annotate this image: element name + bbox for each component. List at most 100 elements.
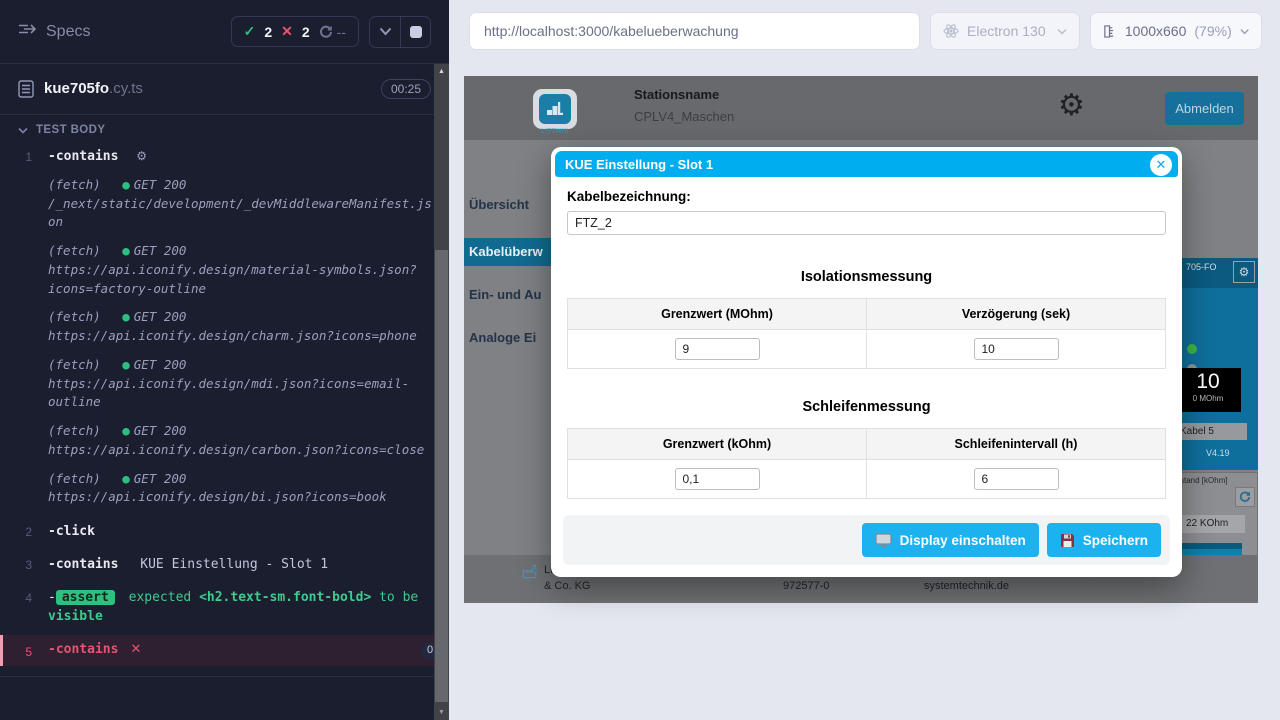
command-row[interactable]: 1 -contains ⚙ (fetch) ●GET 200 /_next/st… xyxy=(0,145,449,520)
status-dot-icon: ● xyxy=(122,309,130,324)
scroll-down-arrow[interactable]: ▼ xyxy=(434,705,449,720)
specs-header[interactable]: Specs xyxy=(18,22,90,41)
reporter-scrollbar[interactable]: ▲ ▼ xyxy=(434,64,449,720)
chevron-down-icon xyxy=(379,27,392,36)
nav-item-ein-und-aus[interactable]: Ein- und Au xyxy=(469,287,549,302)
fetch-prefix: (fetch) xyxy=(48,357,101,372)
slot-gear-icon[interactable]: ⚙ xyxy=(1233,261,1255,283)
chevron-down-icon xyxy=(18,127,28,134)
fetch-url: https://api.iconify.design/bi.json?icons… xyxy=(48,488,439,507)
gear-icon: ⚙ xyxy=(136,149,147,163)
reporter-header: Specs ✓ 2 ✕ 2 -- xyxy=(0,0,449,64)
nav-item-kabelueberwachung[interactable]: Kabelüberw xyxy=(464,238,551,266)
status-dot-icon: ● xyxy=(122,423,130,438)
scroll-up-arrow[interactable]: ▲ xyxy=(434,64,449,79)
viewport-select[interactable]: 1000x660 (79%) xyxy=(1090,12,1262,50)
pending-count: -- xyxy=(337,24,346,40)
factory-icon xyxy=(522,564,537,579)
command-number: 4 xyxy=(0,589,48,627)
isolation-section-title: Isolationsmessung xyxy=(567,269,1166,285)
column-header: Grenzwert (kOhm) xyxy=(568,429,867,460)
scrollbar-thumb[interactable] xyxy=(435,250,448,702)
url-input[interactable] xyxy=(469,12,920,50)
failed-command-row[interactable]: 5 -contains ✕ 0 xyxy=(0,635,449,666)
command-number: 1 xyxy=(0,148,48,517)
chevron-down-icon xyxy=(1057,28,1067,35)
browser-select[interactable]: Electron 130 xyxy=(930,12,1080,50)
status-dot-icon: ● xyxy=(122,243,130,258)
display-on-label: Display einschalten xyxy=(900,533,1026,548)
stop-button[interactable] xyxy=(400,17,430,47)
cable-name-input[interactable] xyxy=(567,211,1166,235)
iso-delay-input[interactable] xyxy=(974,338,1059,360)
specs-title-label: Specs xyxy=(46,23,90,41)
settings-gear-icon[interactable]: ⚙ xyxy=(1058,88,1085,123)
stop-icon xyxy=(410,26,422,38)
column-header: Verzögerung (sek) xyxy=(867,299,1166,330)
fetch-status: GET 200 xyxy=(134,309,187,324)
fetch-log[interactable]: (fetch) ●GET 200 https://api.iconify.des… xyxy=(48,356,439,412)
divider xyxy=(0,676,449,677)
test-body-section[interactable]: TEST BODY xyxy=(0,115,449,145)
device-label: 705-FO xyxy=(1186,262,1217,272)
save-button[interactable]: Speichern xyxy=(1047,523,1161,557)
command-number: 2 xyxy=(0,523,48,542)
ruler-icon xyxy=(1103,24,1117,39)
kue-settings-modal: KUE Einstellung - Slot 1 ✕ Kabelbezeichn… xyxy=(551,147,1182,577)
electron-icon xyxy=(943,23,959,39)
resistance-label: stand [kOhm] xyxy=(1180,476,1228,485)
measurement-value: 10 xyxy=(1175,370,1241,394)
command-name: -contains xyxy=(48,149,118,164)
floppy-disk-icon xyxy=(1060,533,1075,548)
station-name-value: CPLV4_Maschen xyxy=(634,109,734,124)
refresh-button[interactable] xyxy=(1235,487,1255,507)
command-row[interactable]: 2 -click xyxy=(0,520,449,545)
firmware-version: V4.19 xyxy=(1206,448,1230,458)
status-dot-icon: ● xyxy=(122,357,130,372)
fetch-log[interactable]: (fetch) ●GET 200 https://api.iconify.des… xyxy=(48,422,439,460)
nav-item-uebersicht[interactable]: Übersicht xyxy=(469,197,549,212)
fetch-log[interactable]: (fetch) ●GET 200 https://api.iconify.des… xyxy=(48,242,439,298)
spec-duration-badge: 00:25 xyxy=(381,79,431,99)
assert-text: to be xyxy=(379,590,418,605)
modal-title: KUE Einstellung - Slot 1 xyxy=(565,157,713,172)
command-number: 3 xyxy=(0,556,48,575)
fetch-prefix: (fetch) xyxy=(48,243,101,258)
display-on-button[interactable]: Display einschalten xyxy=(862,523,1039,557)
fetch-log[interactable]: (fetch) ●GET 200 https://api.iconify.des… xyxy=(48,308,439,346)
assert-row[interactable]: 4 -assert expected <h2.text-sm.font-bold… xyxy=(0,586,449,630)
loop-interval-input[interactable] xyxy=(974,468,1059,490)
refresh-icon xyxy=(1239,491,1251,503)
collapse-button[interactable] xyxy=(370,17,400,47)
fetch-status: GET 200 xyxy=(134,243,187,258)
cypress-reporter: Specs ✓ 2 ✕ 2 -- xyxy=(0,0,449,720)
viewport-zoom: (79%) xyxy=(1194,23,1231,39)
fetch-prefix: (fetch) xyxy=(48,177,101,192)
brand-label: LITTWIN xyxy=(532,129,578,135)
spec-name: kue705fo xyxy=(44,80,109,97)
loop-section-title: Schleifenmessung xyxy=(567,399,1166,415)
fetch-status: GET 200 xyxy=(134,471,187,486)
resistance-value: 22 KOhm xyxy=(1181,515,1245,533)
logout-button[interactable]: Abmelden xyxy=(1165,92,1244,125)
iso-limit-input[interactable] xyxy=(675,338,760,360)
littwin-logo-icon xyxy=(546,101,564,117)
assert-text: expected xyxy=(129,590,192,605)
fetch-log[interactable]: (fetch) ●GET 200 https://api.iconify.des… xyxy=(48,470,439,508)
cable-name-label: Kabelbezeichnung: xyxy=(567,189,1166,204)
loop-limit-input[interactable] xyxy=(675,468,760,490)
app-header: LITTWIN Stationsname CPLV4_Maschen ⚙ Abm… xyxy=(464,76,1258,140)
viewport-size: 1000x660 xyxy=(1125,23,1187,39)
nav-item-analoge[interactable]: Analoge Ei xyxy=(469,330,549,345)
spec-row[interactable]: kue705fo.cy.ts 00:25 xyxy=(0,64,449,115)
command-name: -contains xyxy=(48,641,118,660)
spec-ext: .cy.ts xyxy=(109,80,143,97)
close-button[interactable]: ✕ xyxy=(1150,154,1172,176)
measurement-display: 10 0 MOhm xyxy=(1175,368,1241,412)
command-log: 1 -contains ⚙ (fetch) ●GET 200 /_next/st… xyxy=(0,145,449,677)
fetch-log[interactable]: (fetch) ●GET 200 /_next/static/developme… xyxy=(48,176,439,232)
fetch-url: https://api.iconify.design/charm.json?ic… xyxy=(48,327,439,346)
command-row[interactable]: 3 -contains KUE Einstellung - Slot 1 xyxy=(0,553,449,578)
command-name: -click xyxy=(48,524,95,539)
command-number: 5 xyxy=(3,643,48,659)
